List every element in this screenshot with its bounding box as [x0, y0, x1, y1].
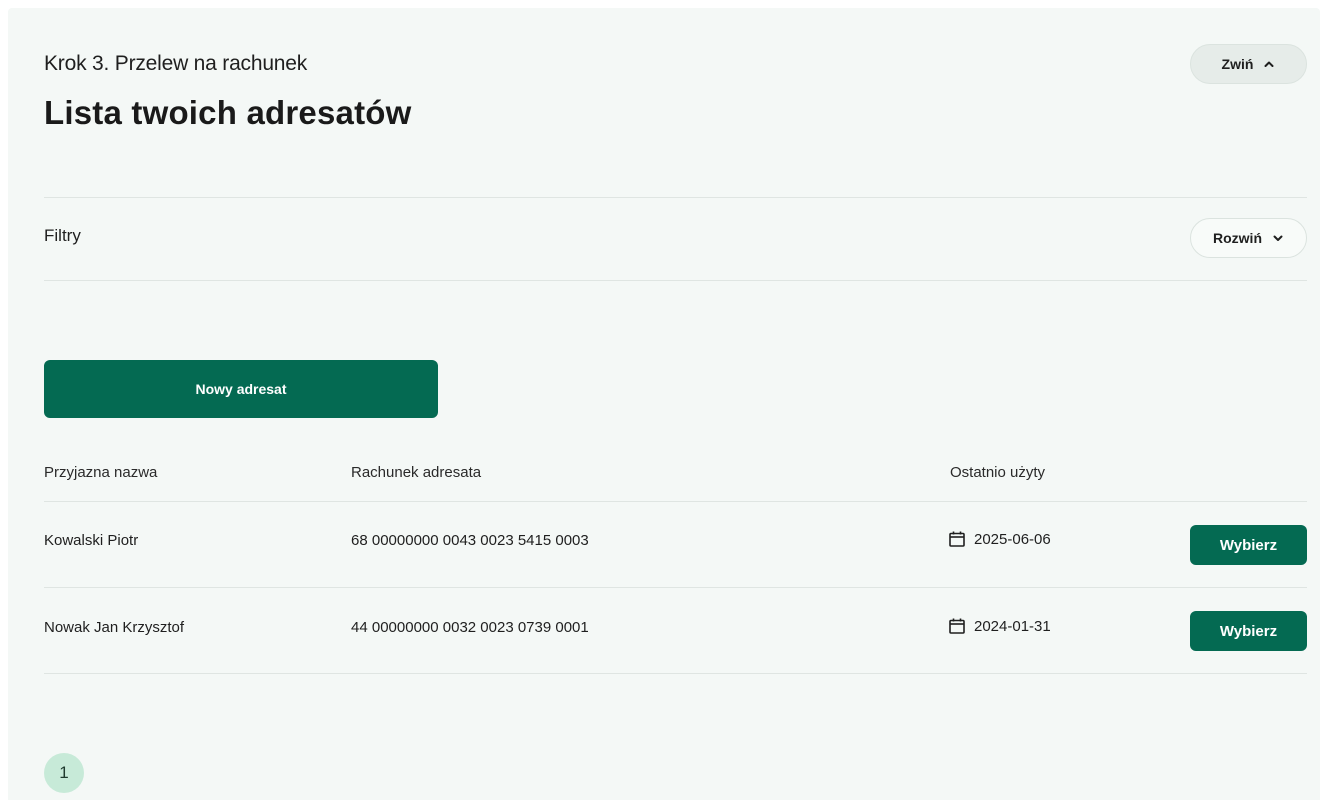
calendar-icon: [948, 530, 966, 548]
page-title: Lista twoich adresatów: [44, 94, 412, 131]
recipients-panel: Krok 3. Przelew na rachunek Lista twoich…: [8, 8, 1320, 800]
last-used-value: 2024-01-31: [974, 617, 1051, 635]
divider-row: [44, 587, 1307, 588]
column-header-account: Rachunek adresata: [351, 464, 482, 481]
divider-filters: [44, 280, 1307, 281]
expand-button-label: Rozwiń: [1213, 230, 1262, 246]
new-recipient-button[interactable]: Nowy adresat: [44, 360, 438, 418]
chevron-down-icon: [1272, 232, 1284, 244]
recipient-account: 68 00000000 0043 0023 5415 0003: [351, 532, 589, 549]
step-label: Krok 3. Przelew na rachunek: [44, 52, 308, 75]
divider-row: [44, 673, 1307, 674]
divider-top: [44, 197, 1307, 198]
choose-recipient-button[interactable]: Wybierz: [1190, 525, 1307, 565]
expand-filters-button[interactable]: Rozwiń: [1190, 218, 1307, 258]
filters-label: Filtry: [44, 226, 81, 245]
last-used-value: 2025-06-06: [974, 530, 1051, 548]
recipient-account: 44 00000000 0032 0023 0739 0001: [351, 619, 589, 636]
calendar-icon: [948, 617, 966, 635]
pagination-page-button[interactable]: 1: [44, 753, 84, 793]
recipient-name: Kowalski Piotr: [44, 532, 139, 549]
column-header-name: Przyjazna nazwa: [44, 464, 158, 481]
chevron-up-icon: [1263, 58, 1275, 70]
collapse-button-label: Zwiń: [1221, 56, 1254, 72]
column-header-last-used: Ostatnio użyty: [950, 464, 1046, 481]
divider-table-header: [44, 501, 1307, 502]
choose-recipient-button[interactable]: Wybierz: [1190, 611, 1307, 651]
collapse-button[interactable]: Zwiń: [1190, 44, 1307, 84]
recipient-name: Nowak Jan Krzysztof: [44, 619, 185, 636]
last-used-date: 2024-01-31: [948, 617, 1051, 635]
last-used-date: 2025-06-06: [948, 530, 1051, 548]
